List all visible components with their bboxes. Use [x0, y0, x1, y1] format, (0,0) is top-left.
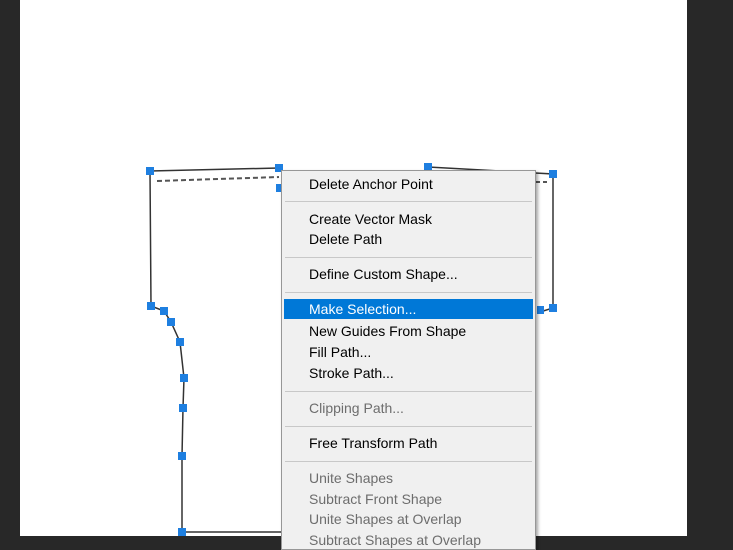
menu-item-subtract-front-shape: Subtract Front Shape [309, 491, 443, 507]
anchor-point[interactable] [147, 302, 155, 310]
menu-item-define-custom-shape[interactable]: Define Custom Shape... [284, 264, 533, 284]
menu-item-fill-path[interactable]: Fill Path... [284, 342, 533, 362]
menu-separator [285, 426, 532, 427]
menu-separator [285, 201, 532, 202]
menu-item-create-vector-mask[interactable]: Create Vector Mask [284, 209, 533, 229]
menu-item-delete-anchor-point[interactable]: Delete Anchor Point [284, 174, 533, 194]
menu-item-make-selection[interactable]: Make Selection... [284, 299, 533, 319]
anchor-point[interactable] [549, 170, 557, 178]
path-dashed-left [156, 176, 280, 182]
anchor-point[interactable] [146, 167, 154, 175]
anchor-point[interactable] [167, 318, 175, 326]
anchor-point[interactable] [178, 452, 186, 460]
menu-item-subtract-shapes-at-overlap: Subtract Shapes at Overlap [309, 532, 481, 548]
anchor-point[interactable] [180, 374, 188, 382]
anchor-point[interactable] [549, 304, 557, 312]
anchor-point[interactable] [160, 307, 168, 315]
anchor-point[interactable] [179, 404, 187, 412]
menu-item-new-guides-from-shape[interactable]: New Guides From Shape [284, 321, 533, 341]
menu-separator [285, 391, 532, 392]
anchor-point[interactable] [176, 338, 184, 346]
menu-item-unite-shapes-at-overlap: Unite Shapes at Overlap [309, 511, 462, 527]
menu-separator [285, 257, 532, 258]
menu-item-free-transform-path[interactable]: Free Transform Path [284, 433, 533, 453]
context-menu: Delete Anchor Point Create Vector Mask D… [281, 170, 536, 550]
anchor-point[interactable] [537, 306, 544, 314]
menu-item-unite-shapes: Unite Shapes [309, 470, 394, 486]
menu-separator [285, 292, 532, 293]
menu-item-clipping-path: Clipping Path... [309, 400, 404, 416]
menu-separator [285, 461, 532, 462]
menu-item-delete-path[interactable]: Delete Path [284, 229, 533, 249]
menu-item-stroke-path[interactable]: Stroke Path... [284, 363, 533, 383]
anchor-point[interactable] [178, 528, 186, 536]
path-outline-left [149, 167, 290, 533]
